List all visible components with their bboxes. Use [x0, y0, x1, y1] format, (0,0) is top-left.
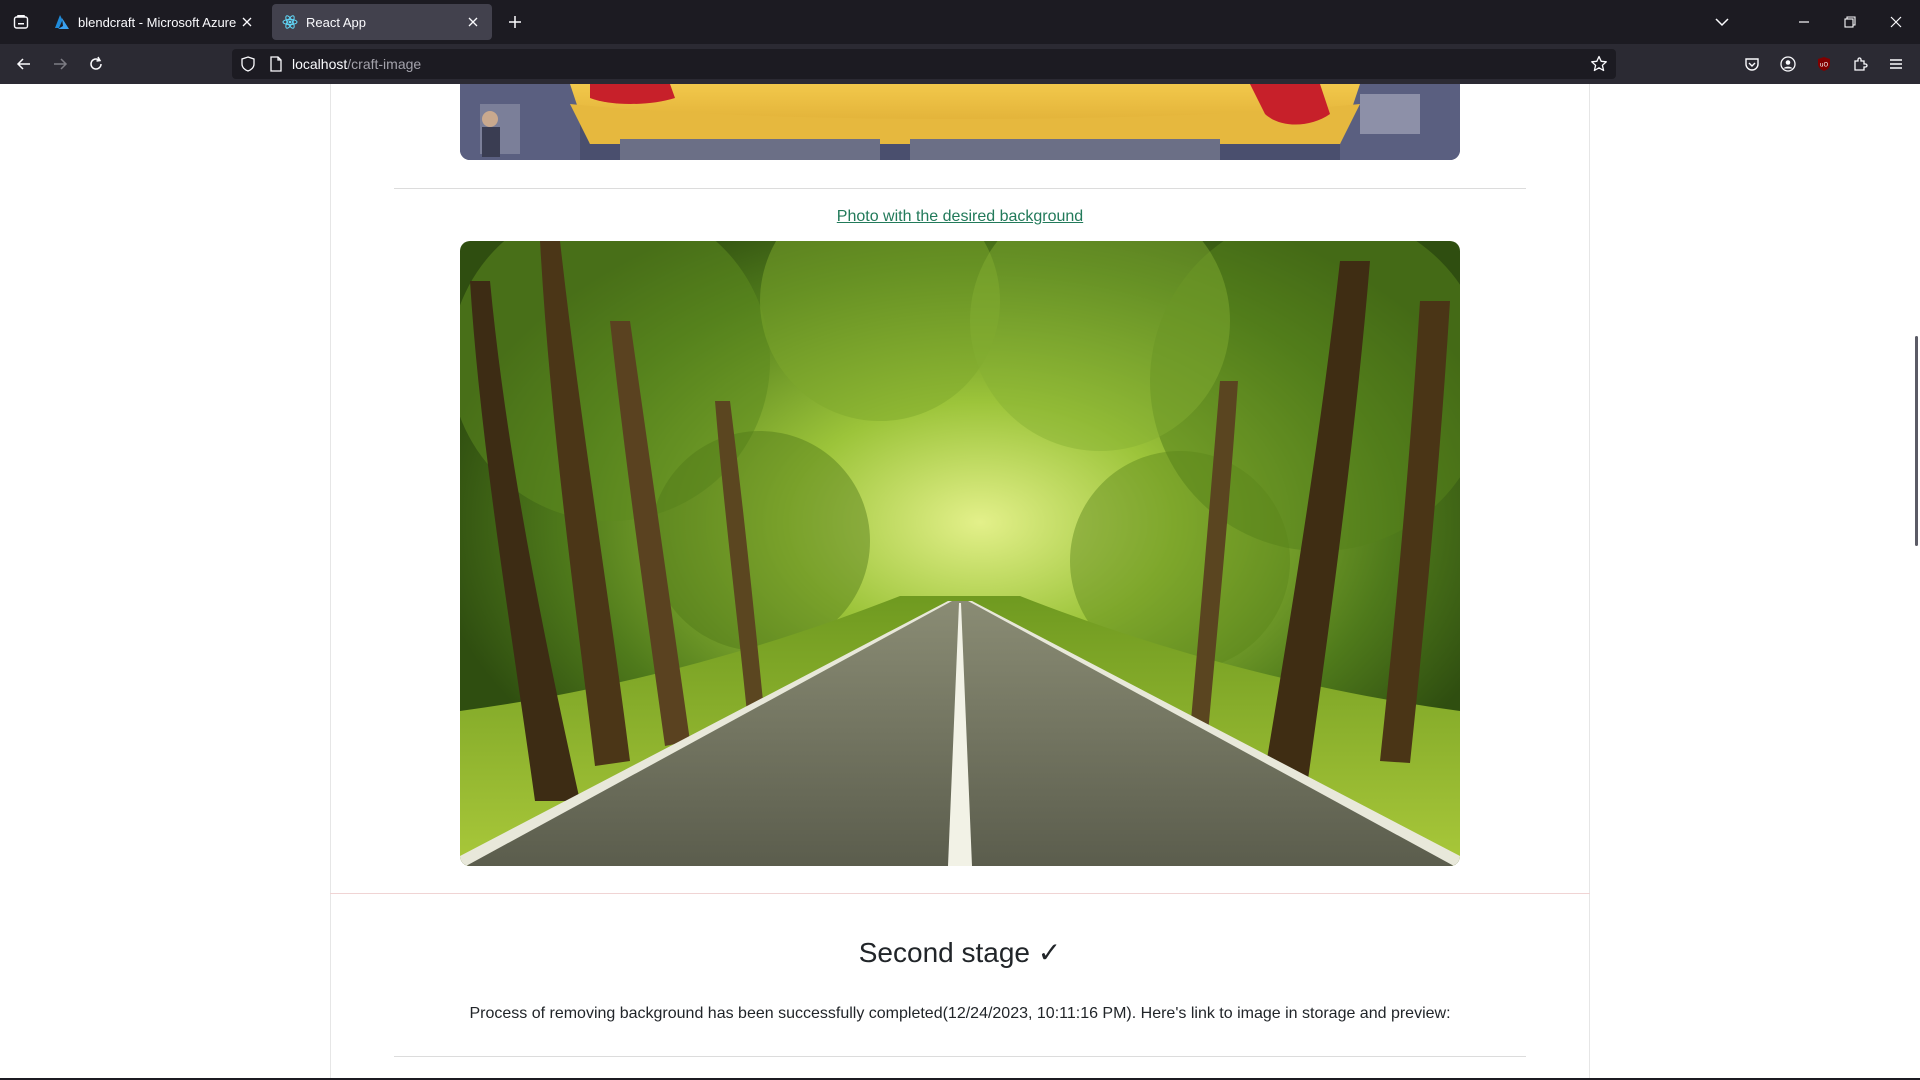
restore-icon[interactable]	[1834, 8, 1866, 36]
url-host: localhost	[292, 56, 348, 72]
stage-status-text: Process of removing background has been …	[469, 1005, 1451, 1022]
account-icon[interactable]	[1778, 54, 1798, 74]
forward-arrow-icon[interactable]	[46, 50, 74, 78]
menu-hamburger-icon[interactable]	[1886, 54, 1906, 74]
azure-icon	[55, 15, 69, 29]
address-bar[interactable]: localhost/craft-image	[232, 49, 1616, 79]
tab-react-app[interactable]: React App	[272, 4, 492, 40]
ublock-origin-icon[interactable]: uO	[1814, 54, 1834, 74]
reload-icon[interactable]	[82, 50, 110, 78]
shield-icon[interactable]	[240, 56, 256, 72]
url-text[interactable]: localhost/craft-image	[292, 56, 421, 72]
page-info-icon[interactable]	[268, 56, 284, 72]
section-divider	[394, 188, 1526, 189]
close-window-icon[interactable]	[1880, 8, 1912, 36]
minimize-icon[interactable]	[1788, 8, 1820, 36]
new-tab-icon[interactable]	[502, 9, 528, 35]
page-viewport: Photo with the desired background Second…	[0, 84, 1920, 1078]
section-divider	[394, 1056, 1526, 1057]
background-photo-link[interactable]: Photo with the desired background	[0, 208, 1920, 226]
extensions-icon[interactable]	[1850, 54, 1870, 74]
react-icon	[282, 15, 298, 29]
tab-title: React App	[306, 14, 366, 30]
scrollbar-thumb[interactable]	[1915, 336, 1918, 546]
close-tab-icon[interactable]	[464, 13, 482, 31]
stage-title: Second stage ✓	[858, 937, 1062, 968]
close-tab-icon[interactable]	[238, 13, 256, 31]
firefox-view-icon[interactable]	[8, 8, 34, 36]
tab-title: blendcraft - Microsoft Azure	[78, 14, 237, 30]
tab-blendcraft[interactable]: blendcraft - Microsoft Azure	[44, 4, 266, 40]
svg-text:uO: uO	[1820, 62, 1829, 69]
list-all-tabs-icon[interactable]	[1706, 8, 1738, 36]
tab-strip: blendcraft - Microsoft Azure React App	[0, 0, 1920, 44]
pocket-icon[interactable]	[1742, 54, 1762, 74]
back-arrow-icon[interactable]	[10, 50, 38, 78]
url-path: /craft-image	[347, 56, 422, 72]
uploaded-image-preview	[460, 84, 1460, 160]
bookmark-star-icon[interactable]	[1590, 55, 1608, 73]
stage-divider	[330, 893, 1590, 894]
navigation-toolbar: localhost/craft-image uO	[0, 44, 1920, 84]
background-photo	[460, 241, 1460, 866]
